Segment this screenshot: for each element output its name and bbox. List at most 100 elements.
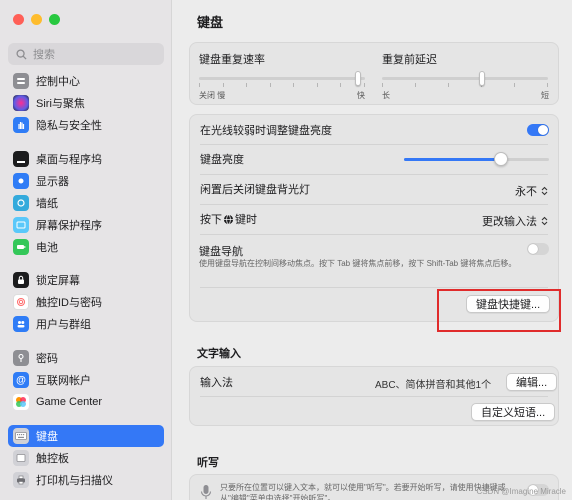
backlight-adjust-row: 在光线较弱时调整键盘亮度 [190, 119, 558, 141]
keyboard-icon [13, 428, 29, 444]
flower-icon [13, 195, 29, 211]
input-source-value: ABC、简体拼音和其他1个 [375, 380, 492, 391]
slider-thumb[interactable] [355, 71, 362, 86]
custom-phrases-button[interactable]: 自定义短语... [471, 403, 556, 421]
sidebar-item-privacy[interactable]: 隐私与安全性 [8, 114, 164, 136]
sidebar-item-label: 显示器 [36, 176, 69, 188]
fingerprint-icon [13, 294, 29, 310]
settings-window: 搜索 控制中心 Siri与聚焦 隐私与安全性 桌面与程序坞 显示器 墙纸 屏幕保… [0, 0, 572, 500]
keyboard-nav-description: 使用键盘导航在控制间移动焦点。按下 Tab 键将焦点前移，按下 Shift-Ta… [199, 259, 517, 268]
minimize-window-button[interactable] [31, 14, 42, 25]
main-pane: 键盘 键盘重复速率 重复前延迟 关闭 慢 快 长 短 在光线较弱时调整键盘亮度 … [172, 0, 572, 500]
sidebar-item-label: 锁定屏幕 [36, 275, 80, 287]
window-controls [13, 14, 60, 25]
sidebar-item-label: 屏幕保护程序 [36, 220, 102, 232]
sidebar-item-trackpad[interactable]: 触控板 [8, 447, 164, 469]
battery-icon [13, 239, 29, 255]
printer-icon [13, 472, 29, 488]
updown-chevron-icon [541, 186, 548, 196]
zoom-window-button[interactable] [49, 14, 60, 25]
sidebar-item-label: Game Center [36, 396, 103, 408]
slider-tick [547, 83, 548, 87]
backlight-off-value: 永不 [515, 186, 537, 198]
repeat-rate-slider[interactable] [199, 69, 365, 89]
red-highlight-box [437, 289, 561, 332]
search-icon [16, 48, 27, 60]
slider-tick [514, 83, 515, 87]
divider [200, 204, 548, 205]
divider [200, 396, 548, 397]
sidebar-item-wallpaper[interactable]: 墙纸 [8, 192, 164, 214]
screensaver-icon [13, 217, 29, 233]
text-input-card: 输入法 ABC、简体拼音和其他1个 编辑... 自定义短语... [189, 366, 559, 426]
slider-tick [269, 83, 271, 87]
globe-icon [223, 214, 234, 224]
backlight-adjust-label: 在光线较弱时调整键盘亮度 [200, 125, 332, 137]
slider-tick [316, 83, 318, 87]
repeat-delay-slider[interactable] [382, 69, 548, 89]
sidebar-item-desktop-dock[interactable]: 桌面与程序坞 [8, 148, 164, 170]
trackpad-icon [13, 450, 29, 466]
toggle-knob [528, 244, 538, 254]
search-field[interactable]: 搜索 [8, 43, 164, 65]
press-key-label-prefix: 按下 [200, 214, 222, 226]
sidebar-item-label: 控制中心 [36, 76, 80, 88]
slider-thumb[interactable] [494, 152, 509, 166]
brightness-label: 键盘亮度 [200, 154, 244, 166]
edit-input-source-button[interactable]: 编辑... [506, 373, 558, 391]
divider [200, 234, 548, 235]
sidebar-item-screensaver[interactable]: 屏幕保护程序 [8, 214, 164, 236]
slider-tick [199, 83, 200, 87]
sidebar-item-printers[interactable]: 打印机与扫描仪 [8, 469, 164, 491]
lock-icon [13, 272, 29, 288]
slider-tick [364, 83, 365, 87]
dictation-description: 只要所在位置可以键入文本，就可以使用"听写"。若要开始听写，请使用快捷键或从"编… [220, 483, 506, 500]
backlight-off-label: 闲置后关闭键盘背光灯 [200, 184, 310, 196]
slider-track [199, 77, 365, 80]
sidebar-item-touch-id[interactable]: 触控ID与密码 [8, 291, 164, 313]
at-icon: @ [13, 372, 29, 388]
close-window-button[interactable] [13, 14, 24, 25]
sidebar-item-label: 触控ID与密码 [36, 297, 102, 309]
sidebar-item-siri[interactable]: Siri与聚焦 [8, 92, 164, 114]
repeat-rate-left-labels: 关闭 慢 [199, 91, 226, 100]
sidebar-item-displays[interactable]: 显示器 [8, 170, 164, 192]
slider-tick [222, 83, 224, 87]
sidebar-item-users[interactable]: 用户与群组 [8, 313, 164, 335]
search-placeholder: 搜索 [33, 49, 55, 61]
slider-tick [246, 83, 248, 87]
repeat-rate-right-label: 快 [357, 91, 365, 100]
sidebar-item-label: 键盘 [36, 431, 58, 443]
press-key-popup[interactable]: 更改输入法 [482, 213, 548, 229]
sidebar-item-battery[interactable]: 电池 [8, 236, 164, 258]
sidebar-item-label: 触控板 [36, 453, 69, 465]
press-key-value: 更改输入法 [482, 216, 537, 228]
sidebar-item-lock-screen[interactable]: 锁定屏幕 [8, 269, 164, 291]
dictation-title: 听写 [197, 457, 219, 469]
sidebar-item-game-center[interactable]: Game Center [8, 391, 164, 413]
key-icon [13, 350, 29, 366]
sidebar-item-label: Siri与聚焦 [36, 98, 85, 110]
sidebar-item-keyboard[interactable]: 键盘 [8, 425, 164, 447]
backlight-adjust-toggle[interactable] [527, 124, 549, 136]
users-icon [13, 316, 29, 332]
siri-icon [13, 95, 29, 111]
divider [200, 144, 548, 145]
repeat-delay-left-label: 长 [382, 91, 390, 100]
repeat-delay-label: 重复前延迟 [382, 54, 437, 66]
sidebar-item-label: 桌面与程序坞 [36, 154, 102, 166]
repeat-delay-right-label: 短 [541, 91, 549, 100]
slider-thumb[interactable] [478, 71, 485, 86]
sidebar-item-internet-accounts[interactable]: @ 互联网帐户 [8, 369, 164, 391]
backlight-off-popup[interactable]: 永不 [515, 183, 548, 199]
toggle-knob [538, 125, 548, 135]
slider-tick [415, 83, 416, 87]
sidebar-item-label: 用户与群组 [36, 319, 91, 331]
sidebar-item-label: 互联网帐户 [36, 375, 91, 387]
brightness-slider[interactable] [404, 151, 549, 167]
sidebar-item-control-center[interactable]: 控制中心 [8, 70, 164, 92]
control-center-icon [13, 73, 29, 89]
slider-tick [448, 83, 449, 87]
sidebar-item-passwords[interactable]: 密码 [8, 347, 164, 369]
keyboard-nav-toggle[interactable] [527, 243, 549, 255]
